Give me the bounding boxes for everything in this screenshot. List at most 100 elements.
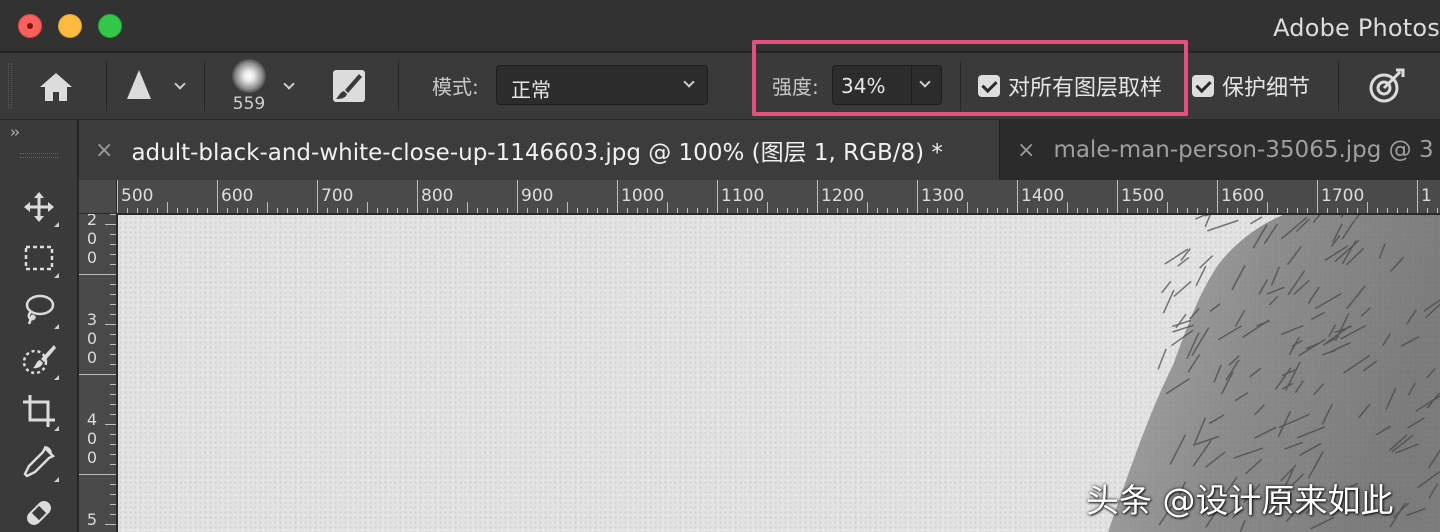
home-icon[interactable] [36,69,76,105]
tools-panel-grip[interactable] [20,153,58,158]
eyedropper-tool[interactable] [17,440,61,484]
horizontal-ruler[interactable]: 500 600 700 800 900 1000 1100 1200 1300 … [117,180,1440,214]
ruler-digit: 0 [86,348,98,367]
separator [960,61,961,111]
brush-preview-icon[interactable] [232,59,266,93]
tool-preset-icon[interactable] [124,67,154,103]
ruler-label: 1300 [921,186,965,206]
vertical-ruler[interactable]: 2 0 0 3 0 0 4 0 0 5 [79,214,117,532]
title-bar: Adobe Photos [0,0,1440,52]
ruler-digit: 0 [86,229,98,248]
watermark: 头条 @设计原来如此 [1086,481,1394,520]
more-tools-indicator [54,324,59,329]
ruler-label: 500 [121,186,154,206]
ruler-digit: 5 [86,510,98,529]
minimize-window-button[interactable] [58,14,82,38]
protect-detail-label[interactable]: 保护细节 [1222,70,1310,102]
hair-strand [1199,255,1214,269]
ruler-label: 1200 [821,186,865,206]
divider [911,66,912,104]
mode-label: 模式: [432,75,479,99]
close-window-button[interactable] [18,14,42,38]
tab-document-2[interactable]: × male-man-person-35065.jpg @ 3 [1001,120,1440,180]
pressure-icon[interactable] [1366,67,1406,105]
ruler-label: 1100 [721,186,765,206]
bandage-icon [27,501,51,525]
marquee-icon [24,245,54,271]
ruler-label: 3 0 0 [86,310,98,367]
ruler-label: 1500 [1121,186,1165,206]
ruler-digit: 0 [86,429,98,448]
app-title: Adobe Photos [1273,14,1440,42]
strength-label: 强度: [772,75,819,99]
close-tab-icon[interactable]: × [1017,138,1035,163]
brush-settings-icon[interactable] [330,67,368,105]
hair-strand [1157,348,1167,370]
ruler-digit: 4 [86,410,98,429]
move-icon [24,192,54,222]
hair-strand [1161,280,1172,294]
ruler-label: 900 [521,186,554,206]
ruler-label: 1400 [1021,186,1065,206]
mode-value: 正常 [511,78,551,102]
hair-strand [1250,216,1263,225]
eyedropper-icon [23,445,56,478]
hair-strand [1195,265,1207,287]
more-tools-indicator [54,222,59,227]
strength-input[interactable]: 34% [832,65,942,105]
hair-strand [1175,313,1187,329]
hair-strand [1173,280,1192,297]
vertical-ruler-ticks [79,214,116,525]
tab-title: male-man-person-35065.jpg @ 3 [1053,137,1434,163]
ruler-label: 5 [86,510,98,529]
ruler-label: 700 [321,186,354,206]
document-tabs: × adult-black-and-white-close-up-1146603… [79,120,1440,180]
hair-strand [1207,219,1239,232]
ruler-label: 4 0 0 [86,410,98,467]
strength-value: 34% [841,74,886,98]
tab-document-1[interactable]: × adult-black-and-white-close-up-1146603… [79,120,1000,180]
collapse-panel-button[interactable]: ›› [10,123,20,141]
tools-panel: ›› [0,120,78,532]
mode-select[interactable]: 正常 [496,65,708,105]
tab-title: adult-black-and-white-close-up-1146603.j… [131,140,943,166]
rectangular-marquee-tool[interactable] [17,236,61,280]
brush-picker-chevron-down-icon[interactable] [283,78,295,90]
ruler-digit: 0 [86,448,98,467]
options-bar-grip[interactable] [8,63,12,109]
sample-all-layers-checkbox[interactable] [978,75,1000,97]
lasso-icon [25,294,55,325]
chevron-down-icon [683,76,695,88]
ruler-digit: 3 [86,310,98,329]
more-tools-indicator [54,477,59,482]
move-tool[interactable] [17,185,61,229]
separator [1338,61,1339,111]
ruler-digit: 0 [86,329,98,348]
separator [398,61,399,111]
options-bar: 559 模式: 正常 强度: 34% 对所有图层取样 保护细节 [0,53,1440,119]
more-tools-indicator [54,375,59,380]
ruler-label: 600 [221,186,254,206]
ruler-digit: 0 [86,248,98,267]
ruler-digit: 2 [86,214,98,229]
ruler-label: 1 [1421,186,1432,206]
crop-tool[interactable] [17,389,61,433]
ruler-label: 1600 [1221,186,1265,206]
ruler-origin[interactable] [79,180,117,214]
separator [204,61,205,111]
hair-strand [1204,215,1211,228]
quick-selection-tool[interactable] [17,338,61,382]
separator [106,61,107,111]
lasso-tool[interactable] [17,287,61,331]
zoom-window-button[interactable] [98,14,122,38]
crop-icon [23,395,55,427]
brush-size: 559 [232,94,266,114]
sample-all-layers-label[interactable]: 对所有图层取样 [1008,70,1162,102]
quick-selection-icon [22,345,56,375]
hair-strand [1162,289,1175,314]
strength-chevron-down-icon[interactable] [919,76,931,88]
close-tab-icon[interactable]: × [95,138,113,163]
healing-brush-tool[interactable] [17,491,61,532]
tool-preset-chevron-down-icon[interactable] [174,78,186,90]
protect-detail-checkbox[interactable] [1192,75,1214,97]
